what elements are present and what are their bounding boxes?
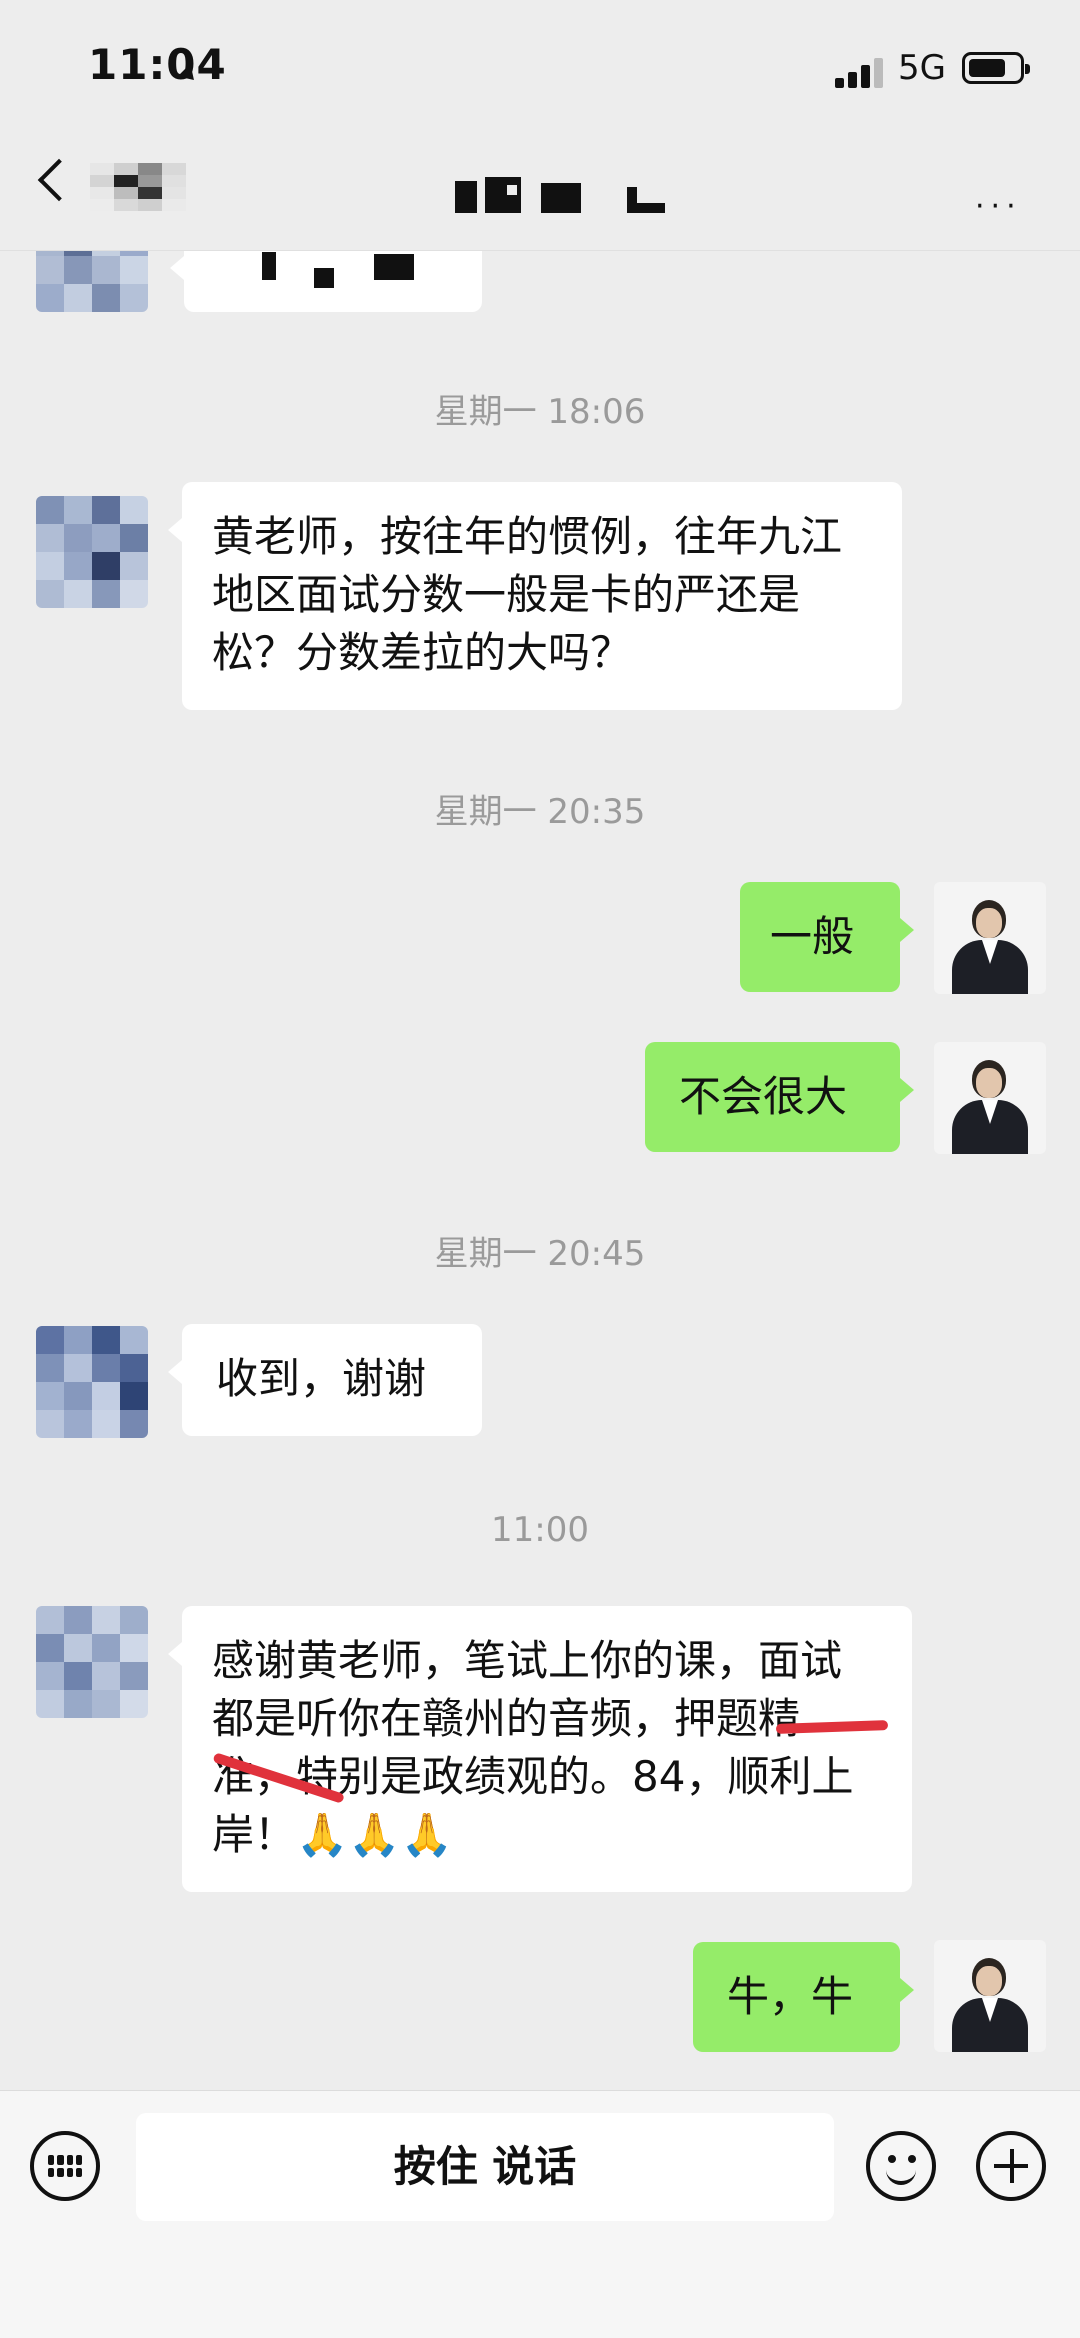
contact-avatar[interactable] <box>36 496 148 608</box>
back-chevron-icon[interactable] <box>37 158 81 202</box>
message-bubble-outgoing: 一般 <box>740 882 914 992</box>
emoji-icon[interactable] <box>866 2131 936 2201</box>
message-text: 收到，谢谢 <box>216 1354 427 1403</box>
more-dots-icon[interactable]: ··· <box>975 189 1022 224</box>
timestamp: 11:00 <box>491 1510 589 1550</box>
contact-avatar[interactable] <box>36 1326 148 1438</box>
chat-title-redacted <box>455 177 675 215</box>
plus-icon[interactable] <box>976 2131 1046 2201</box>
input-bar: 按住 说话 <box>0 2090 1080 2338</box>
message-bubble-incoming: 感谢黄老师，笔试上你的课，面试都是听你在赣州的音频，押题精准，特别是政绩观的。8… <box>168 1606 912 1892</box>
chat-header: ··· <box>0 125 1080 251</box>
timestamp: 星期一 20:35 <box>434 792 646 832</box>
status-bar: 11:04 5G <box>0 0 1080 125</box>
network-type: 5G <box>898 48 946 88</box>
battery-icon <box>962 52 1030 84</box>
hold-to-talk-button[interactable]: 按住 说话 <box>136 2113 834 2221</box>
message-text: 一般 <box>770 912 855 961</box>
status-time: 11:04 <box>88 40 227 89</box>
contact-avatar[interactable] <box>36 1606 148 1718</box>
message-text: ​黄老师，按往年的惯例，往年九江地区面试分数一般是卡的严还是松？分数差拉的大吗？ <box>212 512 843 677</box>
my-avatar[interactable] <box>934 1940 1046 2052</box>
message-bubble-incoming: ​黄老师，按往年的惯例，往年九江地区面试分数一般是卡的严还是松？分数差拉的大吗？ <box>168 482 902 710</box>
timestamp: 星期一 18:06 <box>434 392 646 432</box>
message-text: 牛，牛 <box>727 1972 854 2021</box>
signal-icon <box>835 56 885 88</box>
message-bubble-outgoing: 不会很大 <box>645 1042 914 1152</box>
my-avatar[interactable] <box>934 882 1046 994</box>
message-bubble-outgoing: 牛，牛 <box>693 1942 914 2052</box>
back-count-redacted <box>90 163 186 211</box>
message-text: 感谢黄老师，笔试上你的课，面试都是听你在赣州的音频，押题精准，特别是政绩观的。8… <box>212 1636 854 1859</box>
message-bubble-incoming: 收到，谢谢 <box>168 1324 482 1436</box>
my-avatar[interactable] <box>934 1042 1046 1154</box>
message-text: 不会很大 <box>679 1072 848 1121</box>
keyboard-icon[interactable] <box>30 2131 100 2201</box>
timestamp: 星期一 20:45 <box>434 1234 646 1274</box>
